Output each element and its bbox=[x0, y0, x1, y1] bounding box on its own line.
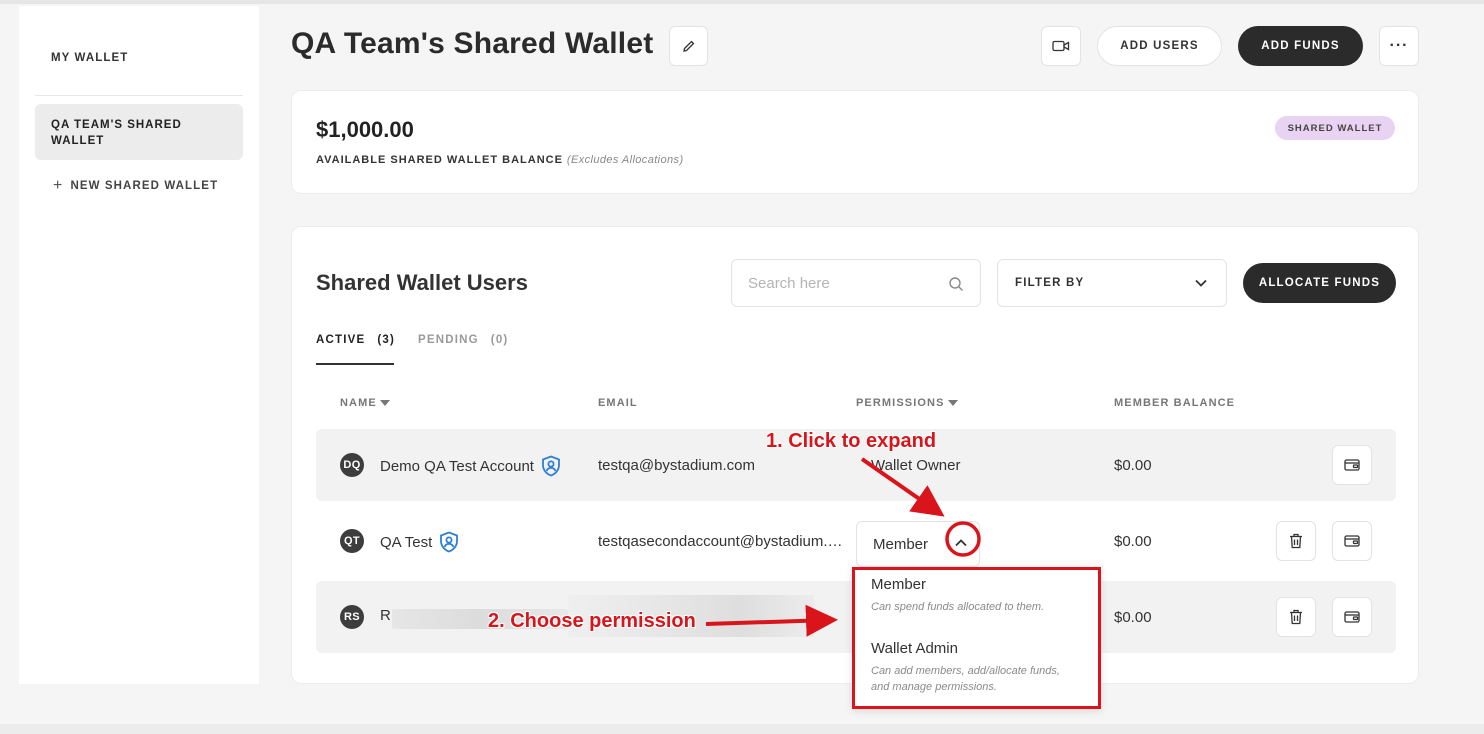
sidebar-item-qa-team-shared-wallet[interactable]: QA TEAM'S SHARED WALLET bbox=[35, 104, 243, 160]
column-header-email: EMAIL bbox=[598, 397, 638, 409]
plus-icon: + bbox=[53, 177, 64, 194]
add-funds-button[interactable]: ADD FUNDS bbox=[1238, 26, 1363, 66]
more-icon: ··· bbox=[1389, 37, 1409, 54]
column-balance-label: MEMBER BALANCE bbox=[1114, 397, 1236, 409]
allocate-user-button[interactable] bbox=[1332, 597, 1372, 637]
remove-user-button[interactable] bbox=[1276, 597, 1316, 637]
user-balance: $0.00 bbox=[1114, 457, 1152, 474]
column-permissions-label: PERMISSIONS bbox=[856, 397, 945, 409]
video-camera-icon bbox=[1052, 40, 1070, 52]
add-users-button[interactable]: ADD USERS bbox=[1097, 26, 1222, 66]
trash-icon bbox=[1290, 533, 1302, 549]
option-description: Can add members, add/allocate funds, and… bbox=[871, 665, 1060, 693]
allocate-funds-button[interactable]: ALLOCATE FUNDS bbox=[1243, 263, 1396, 303]
user-name-text: QA Test bbox=[380, 533, 433, 551]
sidebar: MY WALLET QA TEAM'S SHARED WALLET + NEW … bbox=[19, 6, 259, 684]
user-name: R bbox=[380, 607, 391, 624]
tab-pending-count: (0) bbox=[490, 334, 509, 346]
remove-user-button[interactable] bbox=[1276, 521, 1316, 561]
permission-dropdown-menu: Member Can spend funds allocated to them… bbox=[852, 567, 1101, 709]
edit-title-button[interactable] bbox=[669, 26, 708, 66]
wallet-icon bbox=[1344, 459, 1360, 471]
user-balance: $0.00 bbox=[1114, 533, 1152, 550]
column-header-name[interactable]: NAME bbox=[340, 397, 390, 409]
user-name-text: Demo QA Test Account bbox=[380, 457, 534, 475]
column-email-label: EMAIL bbox=[598, 397, 638, 409]
option-description: Can spend funds allocated to them. bbox=[871, 601, 1045, 613]
allocate-user-button[interactable] bbox=[1332, 521, 1372, 561]
search-input[interactable] bbox=[748, 272, 938, 294]
filter-label: FILTER BY bbox=[1015, 277, 1085, 289]
user-email: testqasecondaccount@bystadium.com bbox=[598, 533, 843, 550]
search-icon bbox=[949, 277, 963, 291]
bottom-strip bbox=[0, 724, 1484, 734]
filter-dropdown[interactable]: FILTER BY bbox=[997, 259, 1227, 307]
sidebar-item-my-wallet[interactable]: MY WALLET bbox=[51, 52, 128, 64]
user-balance: $0.00 bbox=[1114, 609, 1152, 626]
sort-down-icon bbox=[379, 400, 390, 406]
chevron-up-icon[interactable] bbox=[954, 538, 968, 548]
user-name: QA Test bbox=[380, 531, 459, 553]
balance-label-text: AVAILABLE SHARED WALLET BALANCE bbox=[316, 154, 563, 166]
more-options-button[interactable]: ··· bbox=[1379, 26, 1419, 66]
allocate-user-button[interactable] bbox=[1332, 445, 1372, 485]
shield-user-icon bbox=[440, 531, 459, 553]
wallet-icon bbox=[1344, 535, 1360, 547]
user-permission: Wallet Owner bbox=[871, 457, 961, 474]
balance-label: AVAILABLE SHARED WALLET BALANCE (Excludes… bbox=[316, 154, 684, 166]
option-title: Wallet Admin bbox=[871, 640, 958, 657]
tab-pending-label: PENDING bbox=[418, 334, 479, 346]
user-email: testqa@bystadium.com bbox=[598, 457, 755, 474]
tab-active-count: (3) bbox=[377, 334, 396, 346]
permission-option-wallet-admin[interactable]: Wallet Admin Can add members, add/alloca… bbox=[871, 640, 1076, 695]
sidebar-divider bbox=[35, 95, 243, 96]
active-tab-indicator bbox=[316, 363, 394, 365]
balance-card: $1,000.00 AVAILABLE SHARED WALLET BALANC… bbox=[291, 90, 1419, 194]
balance-note: (Excludes Allocations) bbox=[566, 154, 684, 166]
permission-select[interactable]: Member bbox=[856, 521, 980, 567]
new-shared-wallet-label: NEW SHARED WALLET bbox=[70, 180, 219, 192]
wallet-icon bbox=[1344, 611, 1360, 623]
balance-amount: $1,000.00 bbox=[316, 117, 414, 142]
top-border bbox=[0, 0, 1484, 4]
user-name-text: R bbox=[380, 607, 391, 624]
option-title: Member bbox=[871, 576, 927, 593]
column-header-member-balance: MEMBER BALANCE bbox=[1114, 397, 1235, 409]
tab-pending[interactable]: PENDING (0) bbox=[418, 334, 508, 346]
pencil-icon bbox=[682, 40, 694, 52]
avatar: RS bbox=[340, 605, 364, 629]
search-box[interactable] bbox=[731, 259, 981, 307]
annotation-step-1: 1. Click to expand bbox=[766, 430, 937, 452]
tab-active-label: ACTIVE bbox=[316, 334, 366, 346]
shared-wallet-badge: SHARED WALLET bbox=[1275, 116, 1395, 140]
permission-select-value: Member bbox=[873, 536, 929, 553]
trash-icon bbox=[1290, 609, 1302, 625]
column-header-permissions[interactable]: PERMISSIONS bbox=[856, 397, 958, 409]
tab-active[interactable]: ACTIVE (3) bbox=[316, 334, 395, 346]
annotation-step-2: 2. Choose permission bbox=[488, 610, 696, 632]
chevron-down-icon bbox=[1195, 279, 1207, 287]
shield-user-icon bbox=[542, 455, 560, 477]
page-title: QA Team's Shared Wallet bbox=[291, 27, 654, 60]
users-section-title: Shared Wallet Users bbox=[316, 270, 528, 295]
permission-option-member[interactable]: Member Can spend funds allocated to them… bbox=[871, 576, 1076, 615]
avatar: DQ bbox=[340, 453, 364, 477]
user-name: Demo QA Test Account bbox=[380, 455, 561, 477]
avatar: QT bbox=[340, 529, 364, 553]
new-shared-wallet-button[interactable]: + NEW SHARED WALLET bbox=[53, 177, 219, 194]
column-name-label: NAME bbox=[340, 397, 377, 409]
sort-down-icon bbox=[947, 400, 958, 406]
video-call-button[interactable] bbox=[1041, 26, 1081, 66]
